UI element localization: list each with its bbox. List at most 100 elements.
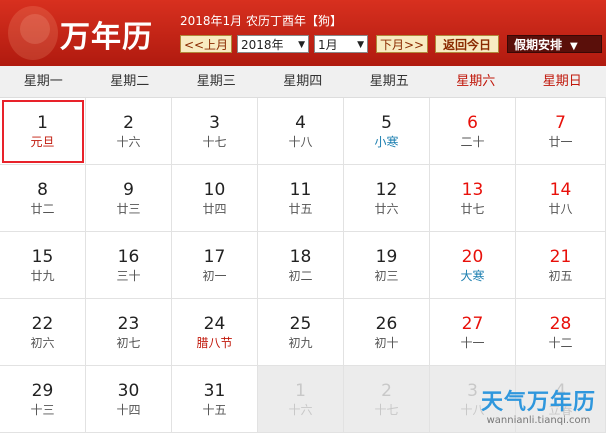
day-cell[interactable]: 13 廿七 [430, 165, 516, 232]
day-number: 7 [555, 113, 566, 133]
lunar-label: 初一 [202, 269, 227, 283]
day-number: 1 [295, 381, 306, 401]
lunar-label: 廿七 [460, 202, 485, 216]
day-cell[interactable]: 20 大寒 [430, 232, 516, 299]
lunar-label: 十一 [460, 336, 485, 350]
day-number: 19 [375, 247, 398, 267]
lunar-label: 三十 [116, 269, 141, 283]
day-number: 20 [461, 247, 484, 267]
lunar-label: 初五 [548, 269, 573, 283]
next-month-button[interactable]: 下月>> [376, 35, 428, 53]
prev-month-button[interactable]: <<上月 [180, 35, 232, 53]
day-cell[interactable]: 17 初一 [172, 232, 258, 299]
month-select[interactable]: 1月 ▼ [314, 35, 368, 53]
lunar-label: 小寒 [374, 135, 399, 149]
lunar-label: 廿九 [30, 269, 55, 283]
day-number: 11 [289, 180, 312, 200]
lunar-label: 十三 [30, 403, 55, 417]
lunar-label: 十六 [288, 403, 313, 417]
day-cell[interactable]: 11 廿五 [258, 165, 344, 232]
day-cell[interactable]: 2 十六 [86, 98, 172, 165]
day-number: 14 [549, 180, 572, 200]
day-cell[interactable]: 15 廿九 [0, 232, 86, 299]
day-cell[interactable]: 21 初五 [516, 232, 606, 299]
lunar-label: 廿三 [116, 202, 141, 216]
lunar-label: 廿六 [374, 202, 399, 216]
day-number: 16 [117, 247, 140, 267]
day-cell[interactable]: 31 十五 [172, 366, 258, 433]
day-number: 9 [123, 180, 134, 200]
lunar-label: 初六 [30, 336, 55, 350]
lunar-info-tail: 】 [330, 14, 343, 28]
chevron-down-icon: ▼ [298, 40, 305, 50]
lunar-label: 初十 [374, 336, 399, 350]
day-number: 31 [203, 381, 226, 401]
lunar-label: 十七 [202, 135, 227, 149]
day-cell[interactable]: 25 初九 [258, 299, 344, 366]
day-cell[interactable]: 22 初六 [0, 299, 86, 366]
day-number: 23 [117, 314, 140, 334]
return-today-button[interactable]: 返回今日 [435, 35, 499, 53]
day-number: 17 [203, 247, 226, 267]
lunar-label: 廿二 [30, 202, 55, 216]
day-cell[interactable]: 26 初十 [344, 299, 430, 366]
day-cell[interactable]: 27 十一 [430, 299, 516, 366]
lunar-label: 十八 [288, 135, 313, 149]
app-title: 万年历 [60, 20, 153, 55]
day-cell[interactable]: 7 廿一 [516, 98, 606, 165]
lunar-label: 十四 [116, 403, 141, 417]
day-cell[interactable]: 16 三十 [86, 232, 172, 299]
day-cell[interactable]: 30 十四 [86, 366, 172, 433]
day-cell[interactable]: 18 初二 [258, 232, 344, 299]
day-cell[interactable]: 14 廿八 [516, 165, 606, 232]
lunar-label: 初三 [374, 269, 399, 283]
day-number: 22 [31, 314, 54, 334]
day-cell[interactable]: 9 廿三 [86, 165, 172, 232]
lunar-label: 元旦 [30, 135, 55, 149]
lunar-label: 十七 [374, 403, 399, 417]
day-number: 2 [381, 381, 392, 401]
day-number: 3 [209, 113, 220, 133]
day-number: 8 [37, 180, 48, 200]
day-number: 18 [289, 247, 312, 267]
calendar-header: 万年历 2018年1月 农历丁酉年【狗】 <<上月 2018年 ▼ 1月 ▼ 下… [0, 0, 606, 66]
weekday-label: 星期日 [542, 74, 582, 89]
watermark-url: wannianli.tianqi.com [486, 415, 591, 426]
lunar-label: 十六 [116, 135, 141, 149]
day-number: 5 [381, 113, 392, 133]
day-cell[interactable]: 1 元旦 [0, 98, 86, 165]
day-cell[interactable]: 6 二十 [430, 98, 516, 165]
year-select-value: 2018年 [241, 38, 284, 52]
day-number: 28 [549, 314, 572, 334]
dog-ornament-detail [20, 14, 50, 44]
watermark-title: 天气万年历 [480, 390, 596, 415]
day-number: 25 [289, 314, 312, 334]
day-cell[interactable]: 24 腊八节 [172, 299, 258, 366]
day-cell[interactable]: 8 廿二 [0, 165, 86, 232]
day-cell[interactable]: 12 廿六 [344, 165, 430, 232]
day-cell[interactable]: 10 廿四 [172, 165, 258, 232]
year-select[interactable]: 2018年 ▼ [237, 35, 309, 53]
day-cell[interactable]: 28 十二 [516, 299, 606, 366]
day-cell[interactable]: 3 十七 [172, 98, 258, 165]
day-cell-next-month[interactable]: 2 十七 [344, 366, 430, 433]
day-cell[interactable]: 4 十八 [258, 98, 344, 165]
day-cell[interactable]: 23 初七 [86, 299, 172, 366]
lunar-label: 廿八 [548, 202, 573, 216]
holiday-schedule-button[interactable]: 假期安排 ▼ [507, 35, 602, 53]
day-cell[interactable]: 19 初三 [344, 232, 430, 299]
day-cell[interactable]: 29 十三 [0, 366, 86, 433]
day-number: 27 [461, 314, 484, 334]
day-cell-next-month[interactable]: 1 十六 [258, 366, 344, 433]
lunar-info: 2018年1月 农历丁酉年【狗】 [180, 12, 342, 29]
day-number: 21 [549, 247, 572, 267]
lunar-label: 初九 [288, 336, 313, 350]
lunar-label: 大寒 [460, 269, 485, 283]
chevron-down-icon: ▼ [570, 41, 578, 52]
day-cell[interactable]: 5 小寒 [344, 98, 430, 165]
day-number: 15 [31, 247, 54, 267]
day-number: 30 [117, 381, 140, 401]
day-number: 2 [123, 113, 134, 133]
weekday-label: 星期二 [110, 74, 150, 89]
day-number: 29 [31, 381, 54, 401]
